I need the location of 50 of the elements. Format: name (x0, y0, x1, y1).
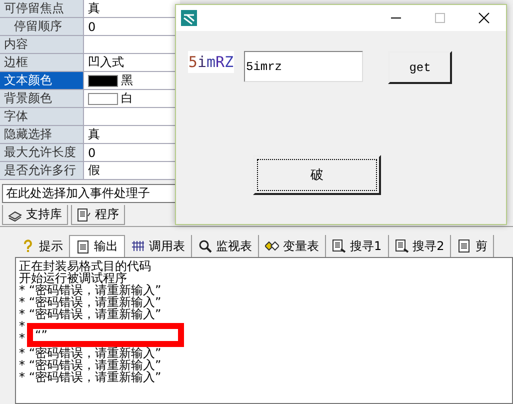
panel-tab[interactable]: 输出 (70, 235, 125, 257)
question-icon (21, 239, 35, 253)
property-value: 假 (88, 162, 100, 179)
code-field[interactable]: 5imrz (244, 51, 363, 82)
crack-button[interactable]: 破 (253, 155, 381, 195)
property-name[interactable]: 可停留焦点 (0, 0, 84, 17)
output-line: 开始运行被调试程序 (19, 271, 127, 285)
value-cell[interactable]: 真 (84, 0, 180, 17)
property-name[interactable]: 背景颜色 (0, 90, 84, 107)
grid-icon (131, 239, 145, 253)
output-line: * “密码错误，请重新输入” (19, 346, 162, 360)
property-value: 0 (88, 20, 96, 34)
output-line: * “密码错误，请重新输入” (19, 370, 162, 384)
property-name[interactable]: 内容 (0, 36, 84, 53)
document-icon (457, 239, 472, 253)
property-name[interactable]: 边框 (0, 54, 84, 71)
property-value: 白 (121, 90, 133, 107)
highlight-frame: “” (27, 323, 184, 347)
close-icon (478, 12, 490, 24)
output-line: * “密码错误，请重新输入” (19, 358, 162, 372)
output-line: * “密码错误，请重新输入” (19, 295, 162, 309)
property-name[interactable]: 文本颜色 (0, 72, 84, 89)
document-icon (76, 240, 90, 254)
property-name[interactable]: 是否允许多行 (0, 162, 84, 179)
property-name[interactable]: 字体 (0, 108, 84, 125)
captcha-image: 5imRZ (188, 51, 234, 73)
output-line: * (19, 319, 25, 333)
property-value: 真 (88, 0, 100, 17)
property-value: 真 (88, 126, 100, 143)
property-name[interactable]: 最大允许长度 (0, 144, 84, 161)
panel-tab[interactable]: 搜寻2 (388, 235, 452, 257)
property-value: 0 (88, 146, 96, 160)
find-icon (394, 239, 409, 253)
panel-tab[interactable]: 支持库 (2, 205, 68, 225)
document-icon (77, 208, 91, 222)
output-line: * “密码错误，请重新输入” (19, 307, 162, 321)
get-button[interactable]: get (388, 51, 452, 84)
property-value: 黑 (121, 72, 133, 89)
diamonds-icon (265, 239, 279, 253)
maximize-icon (434, 12, 446, 24)
app-icon (181, 10, 197, 26)
property-name[interactable]: 停留顺序 (0, 18, 84, 35)
search-icon (198, 239, 212, 253)
find-icon (332, 239, 346, 253)
panel-tab[interactable]: 程序 (71, 205, 125, 225)
property-name[interactable]: 隐藏选择 (0, 126, 84, 143)
output-line: * “密码错误，请重新输入” (19, 283, 162, 297)
output-line: 正在封装易格式目的代码 (19, 259, 151, 273)
property-value: 凹入式 (88, 54, 124, 71)
output-line: * (19, 331, 25, 345)
